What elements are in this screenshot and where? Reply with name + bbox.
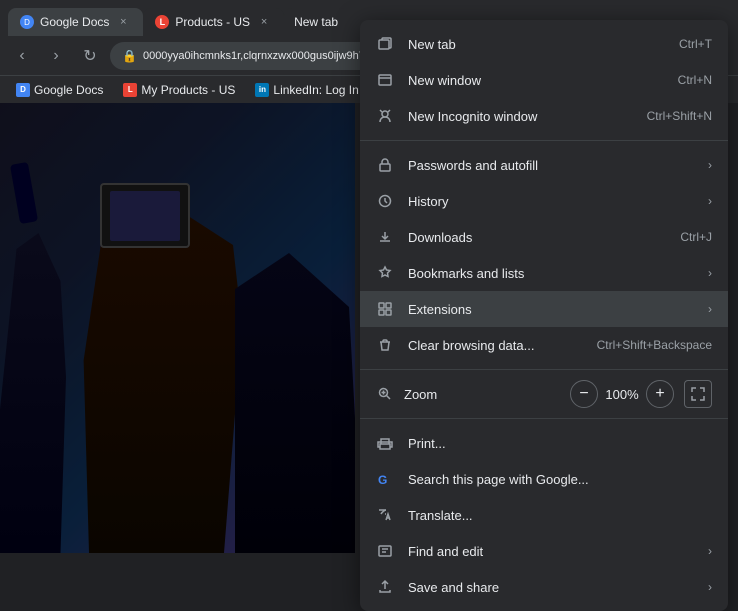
translate-label: Translate... xyxy=(408,508,712,523)
bookmark-label-linkedin: LinkedIn: Log In xyxy=(273,83,358,97)
menu-item-search-google[interactable]: G Search this page with Google... xyxy=(360,461,728,497)
bookmarks-arrow: › xyxy=(708,266,712,280)
menu-item-save-share[interactable]: Save and share › xyxy=(360,569,728,605)
downloads-icon xyxy=(376,228,394,246)
menu-item-clear-data[interactable]: Clear browsing data... Ctrl+Shift+Backsp… xyxy=(360,327,728,363)
zoom-minus-button[interactable]: − xyxy=(570,380,598,408)
menu-item-new-tab[interactable]: New tab Ctrl+T xyxy=(360,26,728,62)
zoom-controls: − 100% + xyxy=(570,380,712,408)
history-arrow: › xyxy=(708,194,712,208)
incognito-icon xyxy=(376,107,394,125)
new-window-icon xyxy=(376,71,394,89)
clear-data-label: Clear browsing data... xyxy=(408,338,583,353)
bookmarks-icon xyxy=(376,264,394,282)
svg-text:G: G xyxy=(378,473,387,487)
new-window-shortcut: Ctrl+N xyxy=(678,73,712,87)
tab-new-tab[interactable]: New tab xyxy=(284,8,348,36)
new-tab-icon xyxy=(376,35,394,53)
menu-item-find-edit[interactable]: Find and edit › xyxy=(360,533,728,569)
menu-item-translate[interactable]: Translate... xyxy=(360,497,728,533)
translate-icon xyxy=(376,506,394,524)
downloads-label: Downloads xyxy=(408,230,666,245)
bookmark-label-docs: Google Docs xyxy=(34,83,103,97)
new-tab-label: New tab xyxy=(408,37,665,52)
forward-button[interactable]: › xyxy=(42,42,70,70)
clear-data-shortcut: Ctrl+Shift+Backspace xyxy=(597,338,712,352)
tab-title-google-docs: Google Docs xyxy=(40,15,109,29)
passwords-arrow: › xyxy=(708,158,712,172)
history-label: History xyxy=(408,194,686,209)
divider-2 xyxy=(360,369,728,370)
tv-display xyxy=(110,191,180,241)
print-label: Print... xyxy=(408,436,712,451)
tab-close-products-us[interactable]: × xyxy=(256,14,272,30)
menu-item-passwords[interactable]: Passwords and autofill › xyxy=(360,147,728,183)
page-background xyxy=(0,103,355,553)
bookmark-favicon-linkedin: in xyxy=(255,83,269,97)
incognito-label: New Incognito window xyxy=(408,109,633,124)
clear-data-icon xyxy=(376,336,394,354)
bookmarks-label: Bookmarks and lists xyxy=(408,266,686,281)
divider-3 xyxy=(360,418,728,419)
google-search-icon: G xyxy=(376,470,394,488)
find-edit-arrow: › xyxy=(708,544,712,558)
bookmark-favicon-docs: D xyxy=(16,83,30,97)
tab-google-docs[interactable]: D Google Docs × xyxy=(8,8,143,36)
passwords-label: Passwords and autofill xyxy=(408,158,686,173)
save-share-label: Save and share xyxy=(408,580,686,595)
zoom-icon xyxy=(376,385,394,403)
bookmark-linkedin[interactable]: in LinkedIn: Log In xyxy=(247,81,366,99)
search-google-label: Search this page with Google... xyxy=(408,472,712,487)
find-edit-icon xyxy=(376,542,394,560)
menu-item-new-window[interactable]: New window Ctrl+N xyxy=(360,62,728,98)
find-edit-label: Find and edit xyxy=(408,544,686,559)
extensions-menu-icon xyxy=(376,300,394,318)
incognito-shortcut: Ctrl+Shift+N xyxy=(647,109,712,123)
menu-item-downloads[interactable]: Downloads Ctrl+J xyxy=(360,219,728,255)
save-share-arrow: › xyxy=(708,580,712,594)
zoom-label: Zoom xyxy=(404,387,560,402)
zoom-value: 100% xyxy=(602,387,642,402)
menu-item-print[interactable]: Print... xyxy=(360,425,728,461)
tab-title-products-us: Products - US xyxy=(175,15,250,29)
menu-item-bookmarks[interactable]: Bookmarks and lists › xyxy=(360,255,728,291)
back-button[interactable]: ‹ xyxy=(8,42,36,70)
chrome-dropdown-menu: New tab Ctrl+T New window Ctrl+N New Inc… xyxy=(360,20,728,611)
menu-item-extensions[interactable]: Extensions › xyxy=(360,291,728,327)
new-tab-shortcut: Ctrl+T xyxy=(679,37,712,51)
bookmark-my-products[interactable]: L My Products - US xyxy=(115,81,243,99)
divider-1 xyxy=(360,140,728,141)
new-window-label: New window xyxy=(408,73,664,88)
print-icon xyxy=(376,434,394,452)
bookmark-label-products: My Products - US xyxy=(141,83,235,97)
zoom-row: Zoom − 100% + xyxy=(360,376,728,412)
tab-favicon-products-us: L xyxy=(155,15,169,29)
menu-item-history[interactable]: History › xyxy=(360,183,728,219)
refresh-button[interactable]: ↻ xyxy=(76,42,104,70)
extensions-arrow: › xyxy=(708,302,712,316)
downloads-shortcut: Ctrl+J xyxy=(680,230,712,244)
tab-close-google-docs[interactable]: × xyxy=(115,14,131,30)
tv-screen xyxy=(100,183,190,248)
zoom-fullscreen-button[interactable] xyxy=(684,380,712,408)
figure-right xyxy=(235,253,355,553)
menu-item-incognito[interactable]: New Incognito window Ctrl+Shift+N xyxy=(360,98,728,134)
page-content xyxy=(0,103,355,553)
lock-icon: 🔒 xyxy=(122,49,137,63)
extensions-label: Extensions xyxy=(408,302,686,317)
bookmark-favicon-products: L xyxy=(123,83,137,97)
tab-products-us[interactable]: L Products - US × xyxy=(143,8,284,36)
zoom-plus-button[interactable]: + xyxy=(646,380,674,408)
save-share-icon xyxy=(376,578,394,596)
history-icon xyxy=(376,192,394,210)
bookmark-google-docs[interactable]: D Google Docs xyxy=(8,81,111,99)
passwords-icon xyxy=(376,156,394,174)
tab-title-new-tab: New tab xyxy=(294,15,338,29)
tab-favicon-google-docs: D xyxy=(20,15,34,29)
